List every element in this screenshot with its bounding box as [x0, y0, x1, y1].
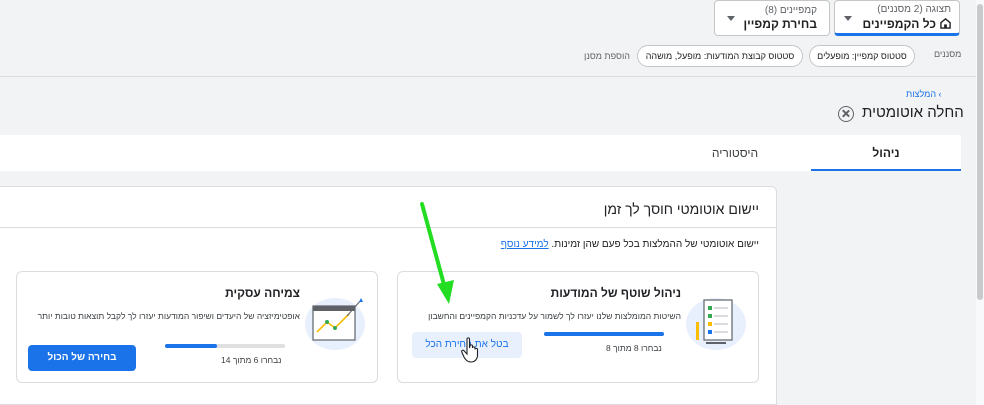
checklist-icon: [686, 298, 746, 350]
progress-bar: [544, 332, 664, 336]
subcard-business-growth: צמיחה עסקית אופטימיזציה של היעדים ושיפור…: [16, 271, 378, 383]
breadcrumb[interactable]: המלצות ‹: [906, 89, 942, 99]
subcard-title: ניהול שוטף של המודעות: [550, 286, 681, 300]
divider: [0, 76, 984, 77]
progress-fill: [544, 332, 664, 336]
growth-chart-icon: [305, 298, 365, 350]
select-all-button[interactable]: בחירה של הכול: [28, 345, 136, 371]
learn-more-link[interactable]: למידע נוסף: [501, 239, 549, 250]
breadcrumb-label: המלצות: [906, 89, 937, 99]
tab-bar: ניהול היסטוריה: [0, 135, 961, 171]
subcard-body: השיטות המומלצות שלנו יעזרו לך לשמור על ע…: [428, 311, 681, 321]
progress-fill: [165, 344, 217, 348]
tab-manage[interactable]: ניהול: [811, 135, 961, 171]
subcard-title: צמיחה עסקית: [225, 286, 300, 300]
subcard-body: אופטימיזציה של היעדים ושיפור המודעות יעז…: [37, 311, 300, 321]
divider: [0, 227, 776, 228]
card-description: יישום אוטומטי של ההמלצות בכל פעם שהן זמי…: [501, 239, 759, 250]
campaign-selector[interactable]: קמפיינים (8) בחירת קמפיין: [714, 0, 830, 36]
view-selector[interactable]: תצוגה (2 מסננים) כל הקמפיינים: [834, 0, 960, 36]
page-title: החלה אוטומטית: [862, 104, 964, 121]
progress-bar: [165, 344, 285, 348]
chevron-left-icon: ‹: [938, 89, 942, 99]
chevron-down-icon: [727, 16, 735, 21]
filter-chip-adgroup-status[interactable]: סטטוס קבוצת המודעות: מופעל, מושהה: [637, 45, 803, 67]
filter-chip-campaign-status[interactable]: סטטוס קמפיין: מופעלים: [809, 45, 915, 67]
view-selector-value: כל הקמפיינים: [862, 17, 936, 31]
close-circle-icon[interactable]: [838, 106, 854, 122]
hand-cursor-icon: [461, 337, 479, 363]
add-filter-button[interactable]: הוספת מסנן: [584, 51, 630, 61]
progress-label: נבחרו 8 מתוך 8: [606, 343, 662, 353]
filters-label: מסננים: [934, 49, 962, 59]
progress-label: נבחרו 6 מתוך 14: [221, 355, 282, 365]
campaign-selector-caption: קמפיינים (8): [764, 5, 817, 16]
chevron-down-icon: [844, 16, 852, 21]
campaign-selector-value: בחירת קמפיין: [743, 17, 817, 31]
tab-history[interactable]: היסטוריה: [660, 135, 810, 171]
auto-apply-card: יישום אוטומטי חוסך לך זמן יישום אוטומטי …: [0, 186, 777, 405]
annotation-arrow-icon: [420, 202, 454, 304]
scrollbar-thumb[interactable]: [977, 4, 983, 300]
view-selector-caption: תצוגה (2 מסננים): [877, 4, 951, 15]
home-icon: [940, 18, 951, 29]
card-description-text: יישום אוטומטי של ההמלצות בכל פעם שהן זמי…: [551, 239, 759, 250]
card-title: יישום אוטומטי חוסך לך זמן: [603, 201, 759, 217]
